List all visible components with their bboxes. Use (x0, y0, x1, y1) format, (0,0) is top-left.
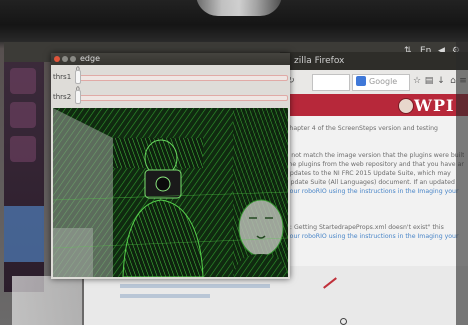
edge-window-title: edge (80, 54, 100, 63)
document-line: s not match the image version that the p… (286, 152, 464, 159)
glare (12, 276, 82, 325)
trackbar-label: thrs1 (53, 73, 72, 81)
edge-image-canvas (53, 108, 288, 277)
text-line (120, 294, 210, 298)
search-placeholder: Google (369, 77, 398, 86)
trackbar-track[interactable] (75, 95, 288, 101)
document-line: 7: Getting StartedrapeProps.xml doesn't … (286, 224, 444, 231)
maximize-icon[interactable] (70, 56, 76, 62)
search-engine-icon (356, 76, 366, 86)
firefox-window-title: zilla Firefox (294, 56, 345, 66)
document-line: the plugins from the web repository and … (286, 161, 464, 168)
trackbar-thumb[interactable] (75, 70, 81, 84)
trackbar-thrs1: thrs1 0 (51, 66, 290, 89)
launcher-workspace-icon[interactable] (4, 206, 44, 262)
launcher-app-icon[interactable] (10, 68, 36, 94)
star-icon[interactable]: ☆ (412, 76, 422, 86)
trackbar-thumb[interactable] (75, 90, 81, 104)
zoom-icon[interactable] (340, 318, 347, 325)
photo-of-monitor: ⇅ En ◀ ⚙ zilla Firefox ↻ Google ☆ ▤ ↓ ⌂ … (0, 0, 468, 325)
document-line: updates to the NI FRC 2015 Update Suite,… (286, 170, 451, 177)
wpi-seal-icon (398, 98, 414, 114)
text-line (120, 284, 270, 288)
edge-window: edge thrs1 0 thrs2 0 (51, 53, 290, 279)
download-icon[interactable]: ↓ (436, 76, 446, 86)
search-bar[interactable]: Google (352, 74, 410, 91)
reading-list-icon[interactable]: ▤ (424, 76, 434, 86)
trackbar-track[interactable] (75, 75, 288, 81)
minimize-icon[interactable] (62, 56, 68, 62)
trackbar-label: thrs2 (53, 93, 72, 101)
edge-titlebar[interactable]: edge (51, 53, 290, 65)
monitor-edge (456, 42, 468, 325)
monitor-bezel (0, 0, 468, 42)
firefox-toolbar: ↻ Google ☆ ▤ ↓ ⌂ ≡ (280, 70, 468, 95)
launcher-app-icon[interactable] (10, 102, 36, 128)
document-line: Update Suite (All Languages) document. I… (286, 179, 455, 186)
document-line[interactable]: your roboRIO using the instructions in t… (286, 187, 464, 196)
launcher-app-icon[interactable] (10, 136, 36, 162)
close-icon[interactable] (54, 56, 60, 62)
firefox-titlebar: zilla Firefox (280, 52, 468, 70)
wpi-logo[interactable]: WPI (414, 96, 454, 115)
document-line: chapter 4 of the ScreenSteps version and… (286, 125, 438, 132)
wpi-banner: WPI (280, 94, 468, 116)
document-line[interactable]: your roboRIO using the instructions in t… (286, 232, 464, 241)
trackbar-thrs2: thrs2 0 (51, 86, 290, 109)
document-text: chapter 4 of the ScreenSteps version and… (286, 124, 464, 250)
edge-detection-image (53, 108, 288, 277)
url-bar[interactable] (312, 74, 350, 91)
reflection-highlight (196, 0, 282, 16)
